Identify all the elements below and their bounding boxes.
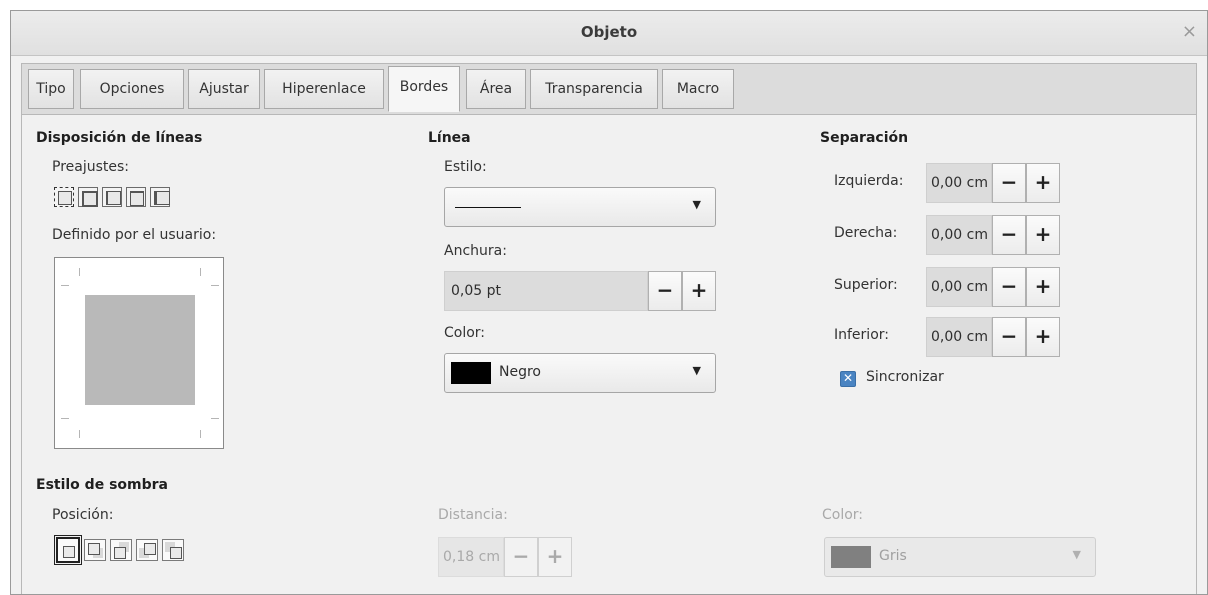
tab-strip: Tipo Opciones Ajustar Hiperenlace Bordes… — [21, 63, 1197, 115]
preset-box-all[interactable] — [78, 187, 98, 207]
spacing-left-decrease-button[interactable]: − — [992, 163, 1026, 203]
shadow-distance-increase-button[interactable]: + — [538, 537, 572, 577]
close-icon[interactable]: × — [1182, 21, 1197, 42]
tab-bordes[interactable]: Bordes — [388, 66, 460, 112]
line-arrangement-heading: Disposición de líneas — [36, 130, 203, 146]
spacing-left-label: Izquierda: — [834, 173, 904, 189]
shadow-position-label: Posición: — [52, 507, 114, 523]
shadow-distance-label: Distancia: — [438, 507, 508, 523]
preset-none[interactable] — [54, 187, 74, 207]
preset-top-bottom[interactable] — [150, 187, 170, 207]
window-title: Objeto — [580, 23, 638, 41]
spacing-top-increase-button[interactable]: + — [1026, 267, 1060, 307]
presets-label: Preajustes: — [52, 159, 130, 175]
chevron-down-icon: ▼ — [692, 198, 701, 211]
shadow-position-top-right[interactable] — [110, 539, 132, 561]
spacing-heading: Separación — [820, 130, 909, 146]
spacing-bottom-label: Inferior: — [834, 327, 889, 343]
spacing-top-value: 0,00 cm — [931, 279, 988, 295]
spacing-left-increase-button[interactable]: + — [1026, 163, 1060, 203]
tab-area[interactable]: Área — [466, 69, 526, 109]
shadow-distance-value: 0,18 cm — [443, 549, 500, 565]
line-style-label: Estilo: — [444, 159, 487, 175]
shadow-color-value: Gris — [879, 548, 907, 564]
synchronize-label: Sincronizar — [866, 369, 944, 385]
preset-left-right[interactable] — [126, 187, 146, 207]
spacing-right-field[interactable]: 0,00 cm — [926, 215, 992, 255]
shadow-color-label: Color: — [822, 507, 864, 523]
tab-opciones[interactable]: Opciones — [80, 69, 184, 109]
shadow-distance-decrease-button[interactable]: − — [504, 537, 538, 577]
tab-tipo[interactable]: Tipo — [28, 69, 74, 109]
shadow-distance-field[interactable]: 0,18 cm — [438, 537, 504, 577]
chevron-down-icon: ▼ — [692, 364, 701, 377]
spacing-left-field[interactable]: 0,00 cm — [926, 163, 992, 203]
user-defined-label: Definido por el usuario: — [52, 227, 217, 243]
spacing-right-decrease-button[interactable]: − — [992, 215, 1026, 255]
shadow-color-dropdown[interactable]: Gris ▼ — [824, 537, 1096, 577]
tab-hiperenlace[interactable]: Hiperenlace — [264, 69, 384, 109]
color-swatch — [831, 546, 871, 568]
line-width-label: Anchura: — [444, 243, 507, 259]
spacing-top-decrease-button[interactable]: − — [992, 267, 1026, 307]
line-width-value: 0,05 pt — [451, 283, 501, 299]
tab-transparencia[interactable]: Transparencia — [530, 69, 658, 109]
spacing-bottom-decrease-button[interactable]: − — [992, 317, 1026, 357]
line-color-value: Negro — [499, 364, 541, 380]
spacing-bottom-value: 0,00 cm — [931, 329, 988, 345]
synchronize-checkbox[interactable]: ✕ — [840, 371, 856, 387]
spacing-left-value: 0,00 cm — [931, 175, 988, 191]
spacing-top-field[interactable]: 0,00 cm — [926, 267, 992, 307]
line-style-dropdown[interactable]: ▼ — [444, 187, 716, 227]
chevron-down-icon: ▼ — [1072, 548, 1081, 561]
borders-page: Disposición de líneas Preajustes: Defini… — [21, 115, 1197, 594]
line-style-sample — [455, 207, 521, 208]
title-bar: Objeto × — [11, 11, 1207, 56]
spacing-bottom-increase-button[interactable]: + — [1026, 317, 1060, 357]
line-width-field[interactable]: 0,05 pt — [444, 271, 648, 311]
spacing-right-label: Derecha: — [834, 225, 898, 241]
tab-macro[interactable]: Macro — [662, 69, 734, 109]
line-width-decrease-button[interactable]: − — [648, 271, 682, 311]
spacing-right-value: 0,00 cm — [931, 227, 988, 243]
shadow-heading: Estilo de sombra — [36, 477, 168, 493]
spacing-bottom-field[interactable]: 0,00 cm — [926, 317, 992, 357]
spacing-top-label: Superior: — [834, 277, 898, 293]
spacing-right-increase-button[interactable]: + — [1026, 215, 1060, 255]
border-preview[interactable] — [54, 257, 224, 449]
line-width-increase-button[interactable]: + — [682, 271, 716, 311]
line-color-dropdown[interactable]: Negro ▼ — [444, 353, 716, 393]
shadow-position-bottom-left[interactable] — [136, 539, 158, 561]
line-heading: Línea — [428, 130, 471, 146]
object-dialog: Objeto × Tipo Opciones Ajustar Hiperenla… — [10, 10, 1208, 595]
tab-ajustar[interactable]: Ajustar — [188, 69, 260, 109]
preset-outer[interactable] — [102, 187, 122, 207]
color-swatch — [451, 362, 491, 384]
line-color-label: Color: — [444, 325, 486, 341]
shadow-position-bottom-right[interactable] — [84, 539, 106, 561]
shadow-position-none[interactable] — [54, 535, 82, 565]
shadow-position-top-left[interactable] — [162, 539, 184, 561]
